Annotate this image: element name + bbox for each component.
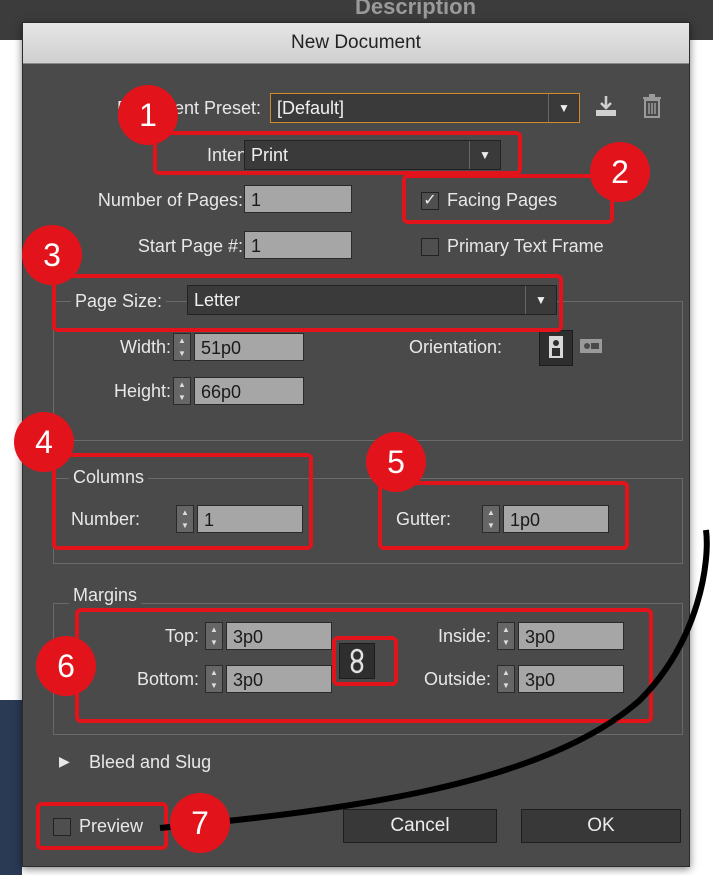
callout-badge-2: 2: [590, 142, 650, 202]
callout-badge-5: 5: [366, 432, 426, 492]
callout-badge-7: 7: [170, 793, 230, 853]
callout-badge-4: 4: [14, 412, 74, 472]
callout-badge-6: 6: [36, 636, 96, 696]
connector-curve: [159, 529, 710, 831]
callout-badge-1: 1: [118, 85, 178, 145]
callout-badge-3: 3: [22, 225, 82, 285]
